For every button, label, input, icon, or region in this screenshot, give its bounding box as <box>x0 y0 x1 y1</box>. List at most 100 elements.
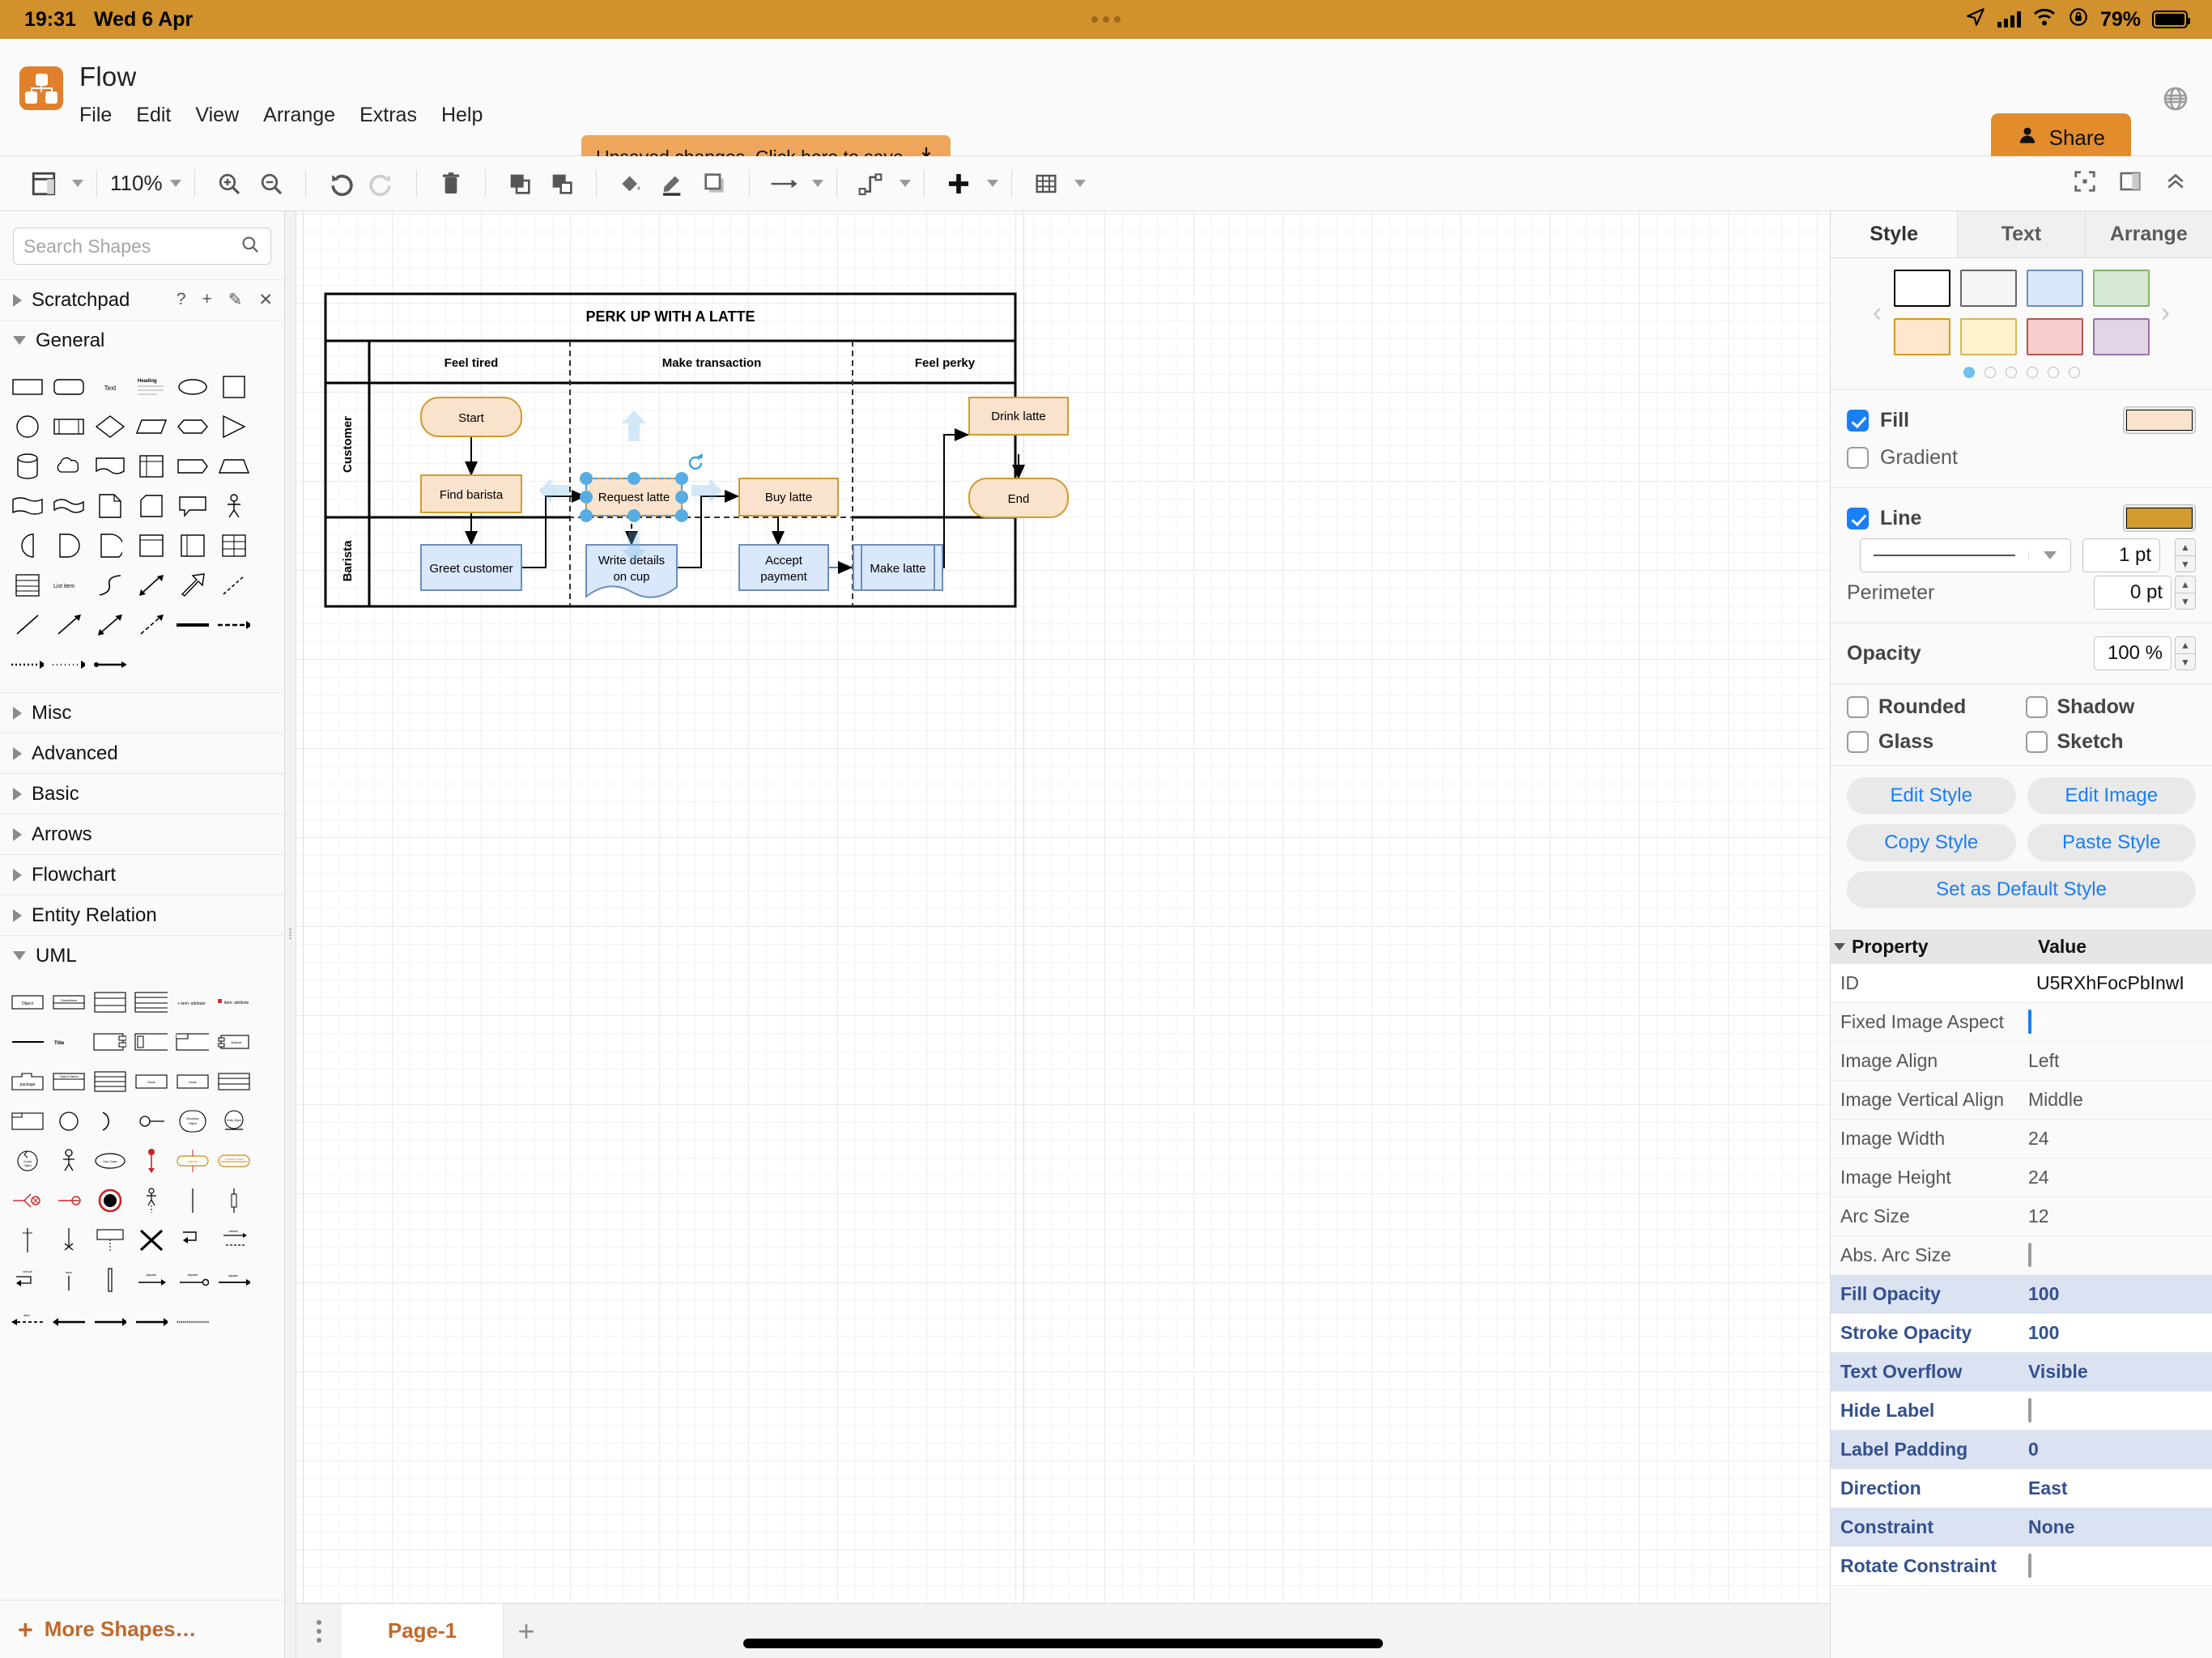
shape-square[interactable] <box>217 371 250 402</box>
uml-self-call-label[interactable]: self call <box>11 1264 44 1295</box>
property-value-image-align[interactable]: Left <box>2018 1050 2212 1072</box>
search-icon[interactable] <box>240 234 261 259</box>
uml-bar[interactable] <box>93 1264 126 1295</box>
perimeter-stepper[interactable]: ▲▼ <box>2175 576 2196 610</box>
sketch-toggle[interactable]: Sketch <box>2026 730 2197 754</box>
uml-dispatch-return[interactable]: dispatch <box>176 1264 209 1295</box>
property-value-label-padding[interactable]: 0 <box>2018 1439 2212 1460</box>
uml-component[interactable] <box>93 1026 126 1057</box>
search-input[interactable] <box>13 227 271 265</box>
uml-right-arrow[interactable] <box>93 1303 126 1335</box>
shape-dashed-connector[interactable] <box>217 609 250 640</box>
sidebar-item-uml[interactable]: UML <box>0 935 284 976</box>
shapes-scroll-area[interactable]: Scratchpad ? + ✎ ✕ General Text Heading <box>0 279 284 1600</box>
edit-icon[interactable]: ✎ <box>228 290 243 310</box>
shape-table-list[interactable] <box>11 569 44 601</box>
uml-item-attribute[interactable]: + item: attribute <box>176 986 209 1018</box>
uml-title-spacer[interactable]: Title <box>52 1026 85 1057</box>
sidebar-item-misc[interactable]: Misc <box>0 692 284 733</box>
uml-lifeline-actor[interactable] <box>134 1184 168 1216</box>
uml-classifier[interactable]: ClassName <box>52 986 85 1018</box>
set-default-style-button[interactable]: Set as Default Style <box>1847 871 2196 908</box>
table-row[interactable]: Fixed Image Aspect <box>1831 1003 2212 1042</box>
uml-entity-object[interactable]: Entity Object <box>217 1105 250 1137</box>
swatch-gray[interactable] <box>1960 270 2017 307</box>
shape-block-arrow[interactable] <box>176 569 209 601</box>
uml-lifeline[interactable] <box>176 1184 209 1216</box>
uml-provided-interface[interactable] <box>134 1105 168 1137</box>
shape-half-circle[interactable] <box>11 529 44 561</box>
shape-circle[interactable] <box>11 410 44 442</box>
add-shape-icon[interactable] <box>938 163 980 205</box>
table-row[interactable]: Image Height 24 <box>1831 1158 2212 1197</box>
shape-rectangle[interactable] <box>11 371 44 402</box>
add-icon[interactable]: + <box>202 290 212 310</box>
sketch-checkbox[interactable] <box>2026 731 2048 753</box>
node-find-barista[interactable]: Find barista <box>421 475 521 512</box>
table-row[interactable]: Stroke Opacity 100 <box>1831 1314 2212 1353</box>
waypoints-icon[interactable] <box>850 163 892 205</box>
shape-double-arrow[interactable] <box>93 609 126 640</box>
uml-activity[interactable]: Activity <box>176 1145 209 1176</box>
sidebar-item-entity-relation[interactable]: Entity Relation <box>0 895 284 935</box>
node-accept-payment[interactable]: Accept payment <box>739 545 828 590</box>
uml-activity-final[interactable] <box>93 1184 126 1216</box>
swatch-green[interactable] <box>2093 270 2150 307</box>
uml-self-call[interactable] <box>176 1224 209 1256</box>
node-start[interactable]: Start <box>421 397 521 436</box>
uml-call-return[interactable]: callback <box>217 1224 250 1256</box>
uml-table[interactable] <box>93 1065 126 1097</box>
menu-view[interactable]: View <box>195 104 239 127</box>
swatch-yellow[interactable] <box>1960 318 2017 355</box>
uml-dispatch-dashed[interactable]: dispatch <box>217 1264 250 1295</box>
search-shapes-field[interactable] <box>23 236 240 257</box>
style-page-dot-4[interactable] <box>2027 367 2038 378</box>
menu-arrange[interactable]: Arrange <box>263 104 335 127</box>
shape-vertical-container[interactable] <box>176 529 209 561</box>
shape-sparse-dotted-connector[interactable] <box>52 648 85 680</box>
menu-extras[interactable]: Extras <box>359 104 417 127</box>
line-width-stepper[interactable]: ▲▼ <box>2175 538 2196 572</box>
fill-color-icon[interactable] <box>610 163 652 205</box>
more-shapes-button[interactable]: + More Shapes… <box>0 1600 284 1658</box>
connection-arrow-icon[interactable] <box>763 163 805 205</box>
zoom-level-label[interactable]: 110% <box>110 171 163 196</box>
sidebar-item-general[interactable]: General <box>0 320 284 360</box>
uml-activation[interactable] <box>217 1184 250 1216</box>
shape-heading[interactable]: Heading <box>134 371 168 402</box>
shape-curve[interactable] <box>93 569 126 601</box>
edit-style-button[interactable]: Edit Style <box>1847 777 2016 814</box>
shape-dashed-arrow[interactable] <box>134 609 168 640</box>
style-page-dot-6[interactable] <box>2069 367 2080 378</box>
glass-toggle[interactable]: Glass <box>1847 730 2018 754</box>
uml-cross[interactable] <box>134 1224 168 1256</box>
page-menu-icon[interactable] <box>296 1604 342 1658</box>
sidebar-item-scratchpad[interactable]: Scratchpad ? + ✎ ✕ <box>0 279 284 320</box>
shape-document[interactable] <box>93 450 126 482</box>
shape-card[interactable] <box>134 490 168 521</box>
uml-actor[interactable] <box>52 1145 85 1176</box>
property-value-fixed-image-aspect-checkbox[interactable] <box>2028 1010 2031 1034</box>
uml-object-name[interactable]: Object Name <box>52 1065 85 1097</box>
table-row[interactable]: Image Vertical Align Middle <box>1831 1081 2212 1120</box>
style-page-dot-3[interactable] <box>2006 367 2017 378</box>
line-checkbox[interactable] <box>1847 508 1869 529</box>
menu-file[interactable]: File <box>79 104 112 127</box>
shadow-icon[interactable] <box>694 163 736 205</box>
tab-style[interactable]: Style <box>1831 211 1958 257</box>
line-color-swatch[interactable] <box>2123 504 2196 532</box>
table-row[interactable]: ID U5RXhFocPbInwI <box>1831 964 2212 1003</box>
shape-list-item[interactable]: List item <box>52 569 85 601</box>
shape-quarter-circle[interactable] <box>93 529 126 561</box>
shape-container[interactable] <box>134 529 168 561</box>
gradient-checkbox[interactable] <box>1847 447 1869 469</box>
table-row[interactable]: Fill Opacity 100 <box>1831 1275 2212 1314</box>
rotate-handle-icon[interactable] <box>690 453 703 469</box>
shape-wave[interactable] <box>52 490 85 521</box>
table-row[interactable]: Direction East <box>1831 1469 2212 1508</box>
rounded-checkbox[interactable] <box>1847 696 1869 718</box>
property-value-rotate-constraint-checkbox[interactable] <box>2028 1554 2031 1578</box>
uml-class-methods[interactable] <box>134 986 168 1018</box>
copy-style-button[interactable]: Copy Style <box>1847 824 2016 861</box>
uml-package[interactable]: package <box>11 1065 44 1097</box>
